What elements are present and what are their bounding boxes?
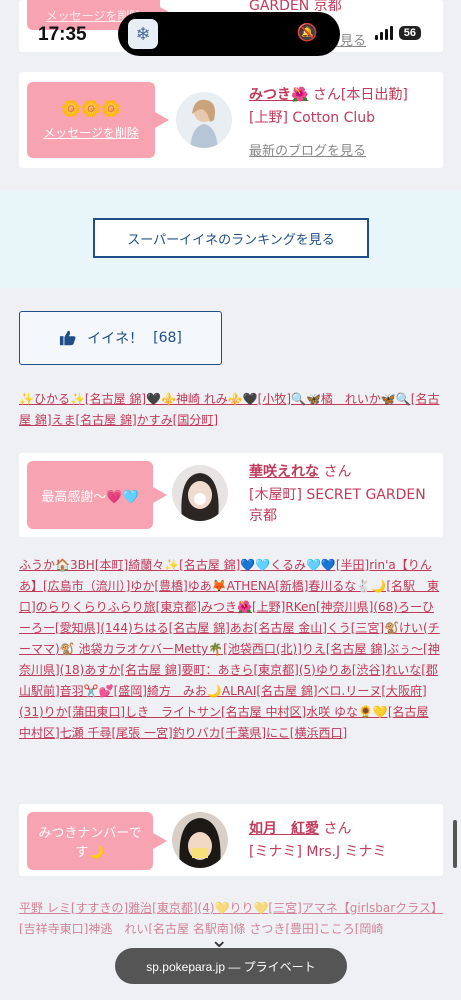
- iine-user-list: 平野 レミ[すすきの]雅治[東京都](4)💛りり💛[三宮]アマネ【girlsba…: [19, 898, 443, 934]
- cast-suffix: さん: [319, 821, 352, 837]
- cast-suffix: さん[本日出勤]: [308, 87, 408, 103]
- iine-button[interactable]: イイネ！ [68]: [19, 311, 222, 365]
- iine-label: イイネ！: [87, 331, 144, 347]
- message-card-mitsuki: 🌼🌼🌼 メッセージを削除 みつき🌺 さん[本日出勤] [上野] Cotton C…: [19, 72, 443, 168]
- safari-address-bar[interactable]: sp.pokepara.jp — プライベート: [115, 948, 347, 984]
- dynamic-island: ❄ 🔕: [118, 12, 340, 56]
- app-icon: ❄: [128, 19, 158, 49]
- ranking-button[interactable]: スーパーイイネのランキングを見る: [93, 218, 369, 258]
- iine-count: [68]: [153, 330, 182, 346]
- iine-user-list: ✨ひかる✨[名古屋 錦]🖤⚜️神崎 れみ⚜️🖤[小牧]🔍🦋橘 れいか🦋🔍[名古屋…: [19, 389, 443, 431]
- status-bar: 17:35 ❄ 🔕 56: [0, 0, 461, 70]
- message-label: みつきナンバーです🌙: [27, 812, 167, 870]
- status-indicators: 56: [374, 26, 421, 40]
- message-text: 🌼🌼🌼: [61, 99, 121, 118]
- signal-icon: [374, 26, 393, 40]
- user-list-text[interactable]: 平野 レミ[すすきの]雅治[東京都](4)💛りり💛[三宮]アマネ【girlsba…: [19, 901, 443, 934]
- status-time: 17:35: [38, 24, 87, 45]
- cast-name-link[interactable]: 華咲えれな: [249, 464, 319, 480]
- avatar[interactable]: [172, 465, 228, 521]
- message-text: みつきナンバーです🌙: [38, 826, 142, 860]
- message-card-kurea: みつきナンバーです🌙 如月 紅愛 さん [ミナミ] Mrs.J ミナミ: [19, 804, 443, 876]
- shop-name: [上野] Cotton Club: [249, 110, 376, 126]
- cast-name-link[interactable]: 如月 紅愛: [249, 821, 319, 837]
- message-label: 最高感謝〜💗🩵: [27, 461, 167, 529]
- delete-message-link[interactable]: メッセージを削除: [43, 124, 139, 141]
- thumbs-up-icon: [60, 330, 76, 346]
- message-text: 最高感謝〜💗🩵: [41, 489, 139, 505]
- bell-icon: 🔕: [296, 23, 318, 43]
- message-card-erena: 最高感謝〜💗🩵 華咲えれな さん [木屋町] SECRET GARDEN 京都: [19, 453, 443, 537]
- shop-name: [木屋町] SECRET GARDEN 京都: [249, 487, 426, 524]
- cast-suffix: さん: [319, 464, 352, 480]
- avatar[interactable]: [172, 812, 228, 868]
- user-list-text[interactable]: ✨ひかる✨[名古屋 錦]🖤⚜️神崎 れみ⚜️🖤[小牧]🔍🦋橘 れいか🦋🔍[名古屋…: [19, 392, 439, 427]
- message-label: 🌼🌼🌼 メッセージを削除: [27, 82, 169, 158]
- shop-name: [ミナミ] Mrs.J ミナミ: [249, 844, 387, 860]
- scrollbar[interactable]: [453, 820, 457, 868]
- blog-link[interactable]: 最新のブログを見る: [249, 140, 366, 159]
- cast-name-link[interactable]: みつき🌺: [249, 87, 308, 103]
- battery-icon: 56: [398, 26, 421, 40]
- avatar[interactable]: [176, 92, 232, 148]
- ranking-section: スーパーイイネのランキングを見る: [0, 190, 461, 288]
- cast-name-line: 如月 紅愛 さん: [249, 818, 351, 838]
- user-list-text[interactable]: ふうか🏠3BH[本町]綺蘭々✨[名古屋 錦]💙🩵くるみ🩵💙[半田]rin'a【り…: [19, 558, 440, 740]
- iine-user-list: ふうか🏠3BH[本町]綺蘭々✨[名古屋 錦]💙🩵くるみ🩵💙[半田]rin'a【り…: [19, 555, 443, 744]
- cast-name-line: みつき🌺 さん[本日出勤]: [249, 84, 408, 104]
- cast-name-line: 華咲えれな さん: [249, 461, 351, 481]
